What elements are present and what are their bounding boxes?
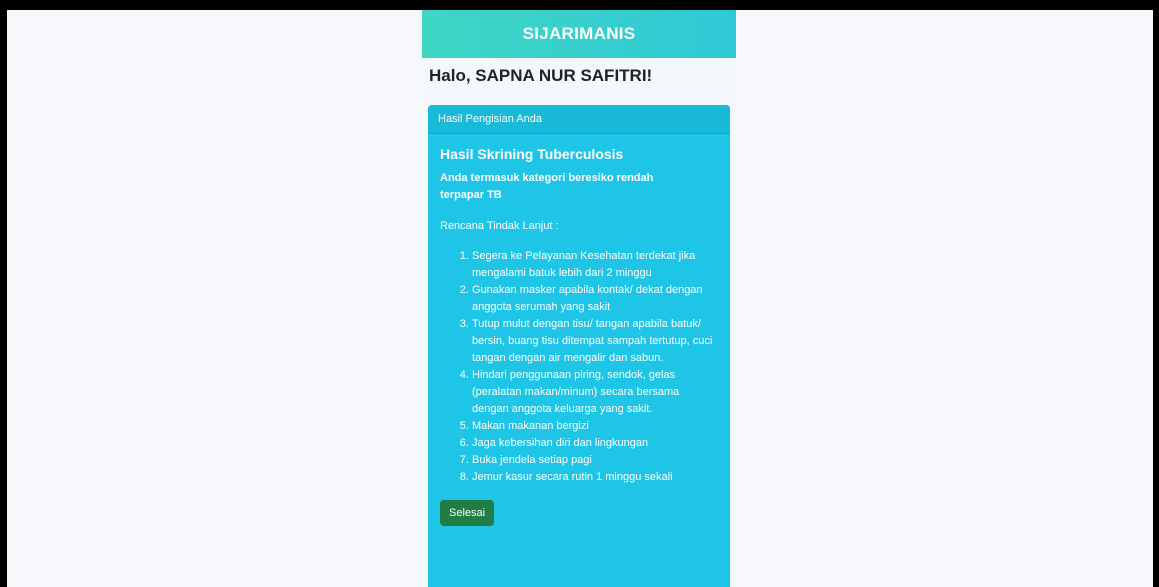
browser-viewport: SIJARIMANIS Halo, SAPNA NUR SAFITRI! Has… — [7, 10, 1153, 587]
list-item: Hindari penggunaan piring, sendok, gelas… — [472, 367, 718, 418]
app-title: SIJARIMANIS — [522, 24, 636, 43]
card-header: Hasil Pengisian Anda — [428, 105, 730, 134]
greeting-text: Halo, SAPNA NUR SAFITRI! — [429, 66, 653, 85]
result-card: Hasil Pengisian Anda Hasil Skrining Tube… — [428, 105, 730, 587]
result-text: Anda termasuk kategori beresiko rendah t… — [440, 172, 654, 201]
plan-label: Rencana Tindak Lanjut : — [440, 220, 559, 232]
result-title: Hasil Skrining Tuberculosis — [440, 146, 624, 162]
list-item: Makan makanan bergizi — [472, 418, 718, 435]
card-body: Hasil Skrining Tuberculosis Anda termasu… — [428, 134, 730, 526]
list-item: Segera ke Pelayanan Kesehatan terdekat j… — [472, 248, 718, 282]
list-item: Gunakan masker apabila kontak/ dekat den… — [472, 282, 718, 316]
list-item: Jaga kebersihan diri dan lingkungan — [472, 435, 718, 452]
app-container: SIJARIMANIS Halo, SAPNA NUR SAFITRI! Has… — [422, 10, 736, 587]
app-header: SIJARIMANIS — [422, 10, 736, 58]
list-item: Buka jendela setiap pagi — [472, 452, 718, 469]
done-button[interactable]: Selesai — [440, 500, 495, 526]
list-item: Jemur kasur secara rutin 1 minggu sekali — [472, 469, 718, 486]
list-item: Tutup mulut dengan tisu/ tangan apabila … — [472, 316, 718, 367]
plan-steps-list: Segera ke Pelayanan Kesehatan terdekat j… — [440, 248, 718, 486]
